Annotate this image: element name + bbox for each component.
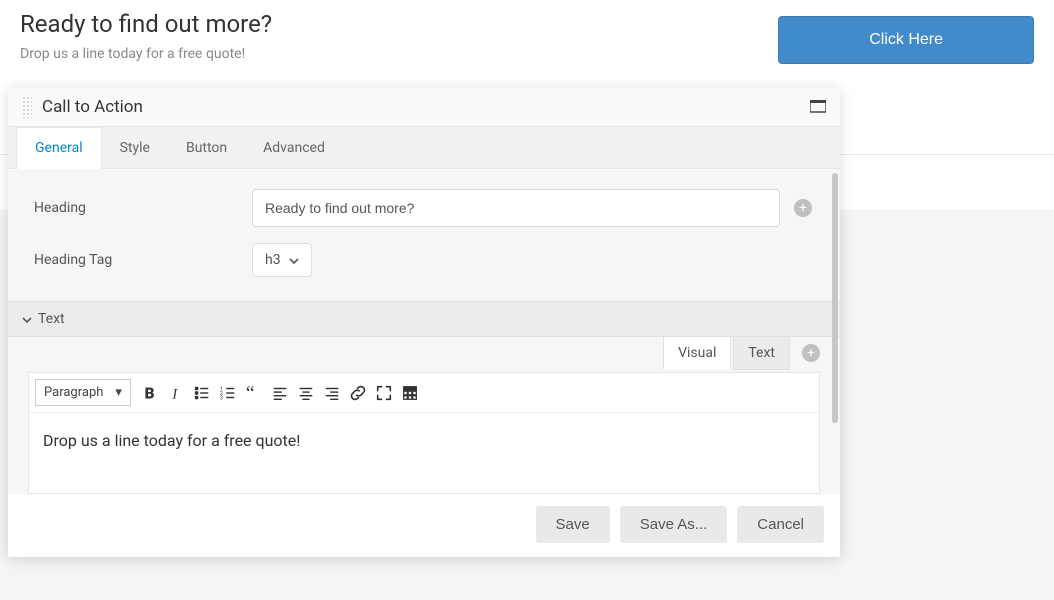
editor-tab-text[interactable]: Text [733, 336, 790, 370]
heading-tag-label: Heading Tag [22, 252, 252, 268]
add-connection-icon[interactable]: + [802, 344, 820, 362]
numbered-list-icon[interactable]: 123 [215, 380, 241, 406]
editor-tab-visual[interactable]: Visual [663, 336, 731, 370]
cancel-button[interactable]: Cancel [737, 506, 824, 543]
svg-text:3: 3 [220, 395, 223, 401]
svg-text:“: “ [246, 384, 255, 402]
fullscreen-icon[interactable] [371, 380, 397, 406]
heading-label: Heading [22, 200, 252, 216]
settings-modal: Call to Action General Style Button Adva… [8, 88, 840, 557]
align-center-icon[interactable] [293, 380, 319, 406]
bold-icon[interactable]: B [137, 380, 163, 406]
text-accordion[interactable]: Text [8, 301, 840, 337]
svg-text:I: I [171, 386, 178, 402]
toolbar-toggle-icon[interactable] [397, 380, 423, 406]
heading-input[interactable] [252, 189, 780, 227]
italic-icon[interactable]: I [163, 380, 189, 406]
blockquote-icon[interactable]: “ [241, 380, 267, 406]
svg-text:B: B [145, 384, 155, 402]
hero-cta-button[interactable]: Click Here [778, 16, 1034, 64]
align-right-icon[interactable] [319, 380, 345, 406]
save-as-button[interactable]: Save As... [620, 506, 728, 543]
modal-tabs: General Style Button Advanced [8, 127, 840, 169]
drag-handle-icon[interactable] [22, 96, 32, 118]
heading-tag-value: h3 [265, 252, 281, 268]
tab-advanced[interactable]: Advanced [245, 127, 343, 168]
format-select[interactable]: Paragraph ▾ [35, 379, 131, 406]
editor-toolbar: Paragraph ▾ B I 123 “ [29, 373, 819, 413]
tab-style[interactable]: Style [102, 127, 168, 168]
add-connection-icon[interactable]: + [794, 199, 812, 217]
hero-subtext: Drop us a line today for a free quote! [20, 46, 272, 62]
tab-button[interactable]: Button [168, 127, 245, 168]
bullet-list-icon[interactable] [189, 380, 215, 406]
chevron-down-icon [22, 312, 32, 326]
save-button[interactable]: Save [536, 506, 610, 543]
modal-title: Call to Action [42, 97, 810, 117]
chevron-down-icon [289, 252, 299, 268]
align-left-icon[interactable] [267, 380, 293, 406]
text-accordion-label: Text [38, 311, 65, 327]
responsive-toggle-icon[interactable] [810, 100, 826, 114]
tab-general[interactable]: General [16, 127, 102, 169]
link-icon[interactable] [345, 380, 371, 406]
heading-tag-select[interactable]: h3 [252, 243, 312, 277]
caret-down-icon: ▾ [115, 385, 122, 400]
hero-heading: Ready to find out more? [20, 10, 272, 38]
editor-content[interactable]: Drop us a line today for a free quote! [29, 413, 819, 493]
